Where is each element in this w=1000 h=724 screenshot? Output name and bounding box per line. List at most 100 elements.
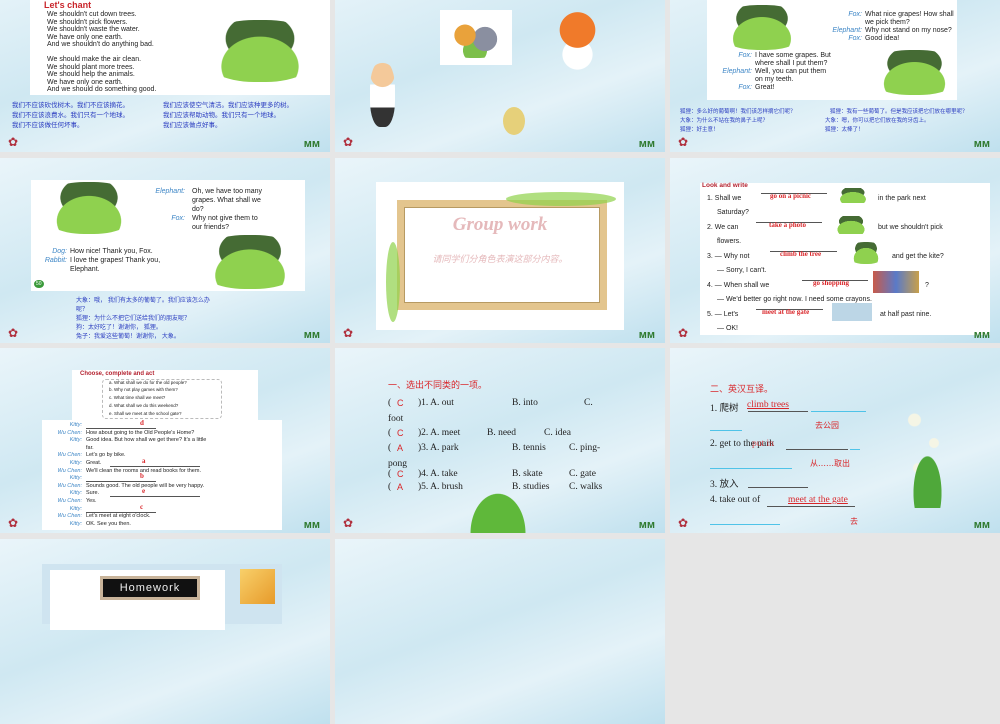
answer: C: [397, 469, 404, 479]
chant-line: We shouldn't cut down trees.: [47, 11, 137, 18]
shopping-picture: [873, 271, 919, 293]
speaker: Fox:: [848, 11, 862, 18]
option-c: C. walks: [569, 482, 603, 492]
answer: C: [397, 428, 404, 438]
slide-thumbnail-odd-one-out[interactable]: 一、选出不同类的一项。 (C)1. A. out B. into C. foot (C)…: [335, 348, 665, 533]
speaker: Wu Chen:: [57, 513, 82, 520]
translation: 呢？: [76, 306, 89, 313]
dialog-line: What nice grapes! How shall: [865, 11, 954, 18]
grass-icon: ᴍᴍ: [973, 329, 990, 341]
translation: 我们应该做点好事。: [163, 121, 222, 129]
dialog-line: Well, you can put them: [755, 68, 827, 75]
speaker: Fox:: [738, 52, 752, 59]
tree-picture: [847, 242, 885, 264]
exercise-title: 二、英汉互译。: [710, 385, 774, 395]
group-work-subtitle: 请同学们分角色表演这部分内容。: [432, 255, 568, 265]
speaker: Wu Chen:: [57, 467, 82, 474]
options-card: Choose, complete and act a. What shall w…: [72, 370, 258, 420]
slide-thumbnail-grapes-1[interactable]: Fox: What nice grapes! How shall we pick…: [670, 0, 1000, 152]
dialog-line: Yes.: [86, 498, 97, 504]
answer: 从……取出: [810, 459, 850, 468]
answer: 去公园: [815, 421, 839, 430]
speaker: Kitty:: [69, 505, 82, 512]
item-text: 3. — Why not: [707, 253, 750, 260]
answer: climb the tree: [780, 250, 822, 258]
translation: 兔子：我爱这些葡萄！谢谢你， 大象。: [76, 333, 180, 340]
answer: e: [142, 487, 146, 496]
dialog-card: Kitty: d Wu Chen: How about going to the Ol…: [42, 419, 282, 530]
dialog-line: where shall I put them?: [755, 60, 828, 67]
answer: A: [397, 482, 404, 492]
photo-picture: [830, 216, 872, 234]
answer: take a photo: [769, 221, 806, 229]
speaker: Kitty:: [69, 422, 82, 428]
flower-icon: ✿: [8, 326, 19, 340]
grass-icon: ᴍᴍ: [973, 138, 990, 150]
item-text: in the park next: [878, 195, 926, 202]
grass-icon: ᴍᴍ: [303, 329, 320, 341]
item-text: flowers.: [717, 238, 742, 245]
dialog-line: on my teeth.: [755, 76, 794, 83]
grass-icon: ᴍᴍ: [303, 519, 320, 531]
translation: 大象：为什么不站在我的鼻子上呢？: [680, 118, 769, 124]
homework-panel: Homework: [42, 564, 282, 630]
slide-thumbnail-chant[interactable]: Let's chant We shouldn't cut down trees.…: [0, 0, 330, 152]
flower-plant-decoration: [463, 483, 533, 533]
option-b: B. need: [487, 428, 517, 438]
answer: go shopping: [813, 279, 849, 287]
flower-icon: ✿: [343, 516, 354, 530]
answer: 去: [850, 517, 858, 526]
option: d. What shall we do this weekend?: [109, 403, 179, 408]
flower-icon: ✿: [343, 326, 354, 340]
item-text: 4. — When shall we: [707, 282, 770, 289]
slide-thumbnail-translation[interactable]: 二、英汉互译。 1. 爬树 climb trees 去公园 2. get to …: [670, 348, 1000, 533]
teacher-image: [370, 62, 395, 127]
dialog-line: do?: [192, 206, 204, 213]
grass-icon: ᴍᴍ: [638, 138, 655, 150]
chant-line: We should plant more trees.: [47, 63, 135, 71]
flower-icon: ✿: [8, 516, 19, 530]
option-b: B. into: [512, 398, 538, 408]
flower-icon: ✿: [678, 516, 689, 530]
slide-thumbnail-choose-complete[interactable]: Choose, complete and act a. What shall w…: [0, 348, 330, 533]
slide-thumbnail-grapes-2[interactable]: Elephant: Oh, we have too many grapes. W…: [0, 158, 330, 343]
speaker: Wu Chen:: [57, 498, 82, 504]
forest-illustration: [196, 235, 304, 289]
item-text: ?: [925, 282, 929, 289]
dialog-line: Great.: [86, 460, 102, 466]
grass-icon: ᴍᴍ: [973, 519, 990, 531]
translation: 我们不应该做任何坏事。: [12, 121, 84, 129]
option: e. Shall we meet at the school gate?: [109, 411, 182, 416]
option-b: B. skate: [512, 469, 543, 479]
item-text: at half past nine.: [880, 311, 932, 318]
dialog-line: Great!: [755, 84, 775, 91]
answer: climb trees: [747, 400, 789, 410]
question: )2. A. meet: [418, 428, 461, 438]
vine-decoration: [506, 192, 616, 206]
question: 1. 爬树: [710, 404, 739, 414]
dialog-line: OK. See you then.: [86, 520, 131, 527]
option-c: C.: [584, 398, 593, 408]
slide-thumbnail-blank[interactable]: [335, 539, 665, 724]
dialog-line: Let's meet at eight o'clock.: [86, 513, 151, 520]
paren: (: [388, 469, 392, 479]
item-text: 1. Shall we: [707, 195, 742, 202]
answer: put in: [752, 439, 774, 449]
answer: A: [397, 443, 404, 453]
dialog-line: Let's go by bike.: [86, 452, 126, 459]
slide-thumbnail-homework[interactable]: Homework: [0, 539, 330, 724]
fox-image: [550, 2, 605, 72]
speaker: Rabbit:: [44, 257, 67, 264]
slide-thumbnail-group-work[interactable]: Group work 请同学们分角色表演这部分内容。 ✿ ᴍᴍ: [335, 158, 665, 343]
speaker: Dog:: [52, 248, 67, 255]
gate-picture: [832, 303, 872, 321]
option-c: C. ping-: [569, 443, 601, 453]
slide-thumbnail-look-and-write[interactable]: Look and write 1. Shall we go on a picni…: [670, 158, 1000, 343]
homework-title: Homework: [119, 582, 181, 594]
grass-icon: ᴍᴍ: [638, 329, 655, 341]
exercise-title: Choose, complete and act: [80, 371, 155, 377]
paren: (: [388, 398, 392, 408]
sticky-note-icon: [240, 569, 275, 604]
chant-line: We should help the animals.: [47, 71, 135, 78]
slide-thumbnail-characters[interactable]: ✿ ᴍᴍ: [335, 0, 665, 152]
